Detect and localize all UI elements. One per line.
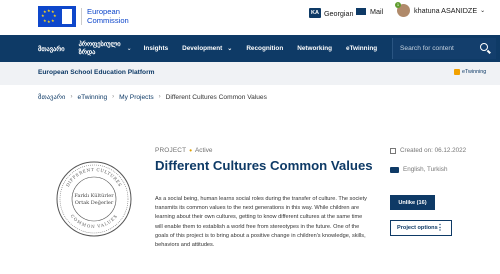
platform-bar: European School Education Platform eTwin…	[0, 62, 500, 85]
nav-home[interactable]: მთავარი	[38, 45, 65, 53]
top-bar: ★ ★ ★ ★ ★ ★ ★ ★ European Commission KA G…	[0, 0, 500, 33]
european-commission-logo[interactable]: ★ ★ ★ ★ ★ ★ ★ ★ European Commission	[38, 6, 129, 27]
language-flag-icon	[390, 166, 399, 173]
breadcrumb-home[interactable]: მთავარი	[38, 93, 65, 101]
nav-insights[interactable]: Insights	[144, 45, 169, 52]
project-meta: PROJECT • Active	[155, 145, 213, 155]
mail-label: Mail	[370, 7, 384, 16]
project-logo-seal: DIFFERENT CULTURES COMMON VALUES Farklı …	[56, 161, 132, 237]
created-date: Created on: 06.12.2022	[390, 147, 466, 154]
nav-growth-line-1: პროფესიული	[78, 40, 121, 48]
more-vertical-icon: ⋮	[436, 223, 444, 232]
envelope-icon	[356, 8, 366, 15]
breadcrumb: მთავარი › eTwinning › My Projects › Diff…	[38, 93, 267, 102]
nav-development[interactable]: Development ⌄	[182, 45, 232, 52]
nav-growth-line-2: ზრდა	[78, 48, 96, 56]
search-input[interactable]: Search for content	[392, 38, 496, 59]
breadcrumb-etwinning[interactable]: eTwinning	[77, 94, 107, 101]
eu-flag-icon: ★ ★ ★ ★ ★ ★ ★ ★	[38, 6, 76, 27]
unlike-button[interactable]: Unlike (16)	[390, 195, 435, 210]
nav-etwinning[interactable]: eTwinning	[346, 45, 377, 52]
chevron-right-icon: ›	[70, 94, 73, 100]
breadcrumb-current: Different Cultures Common Values	[165, 93, 267, 101]
etwinning-logo[interactable]: eTwinning	[454, 69, 486, 75]
notification-badge: 1	[395, 2, 401, 8]
created-date-text: Created on: 06.12.2022	[400, 147, 467, 154]
user-menu[interactable]: 1 khatuna ASANIDZE ⌄	[395, 2, 486, 17]
project-description: As a social being, human learns social r…	[155, 196, 367, 249]
calendar-icon	[390, 147, 396, 154]
project-label: PROJECT	[155, 147, 187, 154]
seal-line-2: Ortak Değerler	[75, 199, 114, 206]
main-navigation: მთავარი პროფესიული ზრდა ⌄ Insights Devel…	[0, 35, 500, 62]
status-badge: Active	[195, 147, 213, 154]
project-options-button[interactable]: Project options ⋮	[390, 220, 452, 236]
nav-recognition[interactable]: Recognition	[246, 45, 283, 52]
chevron-down-icon[interactable]: ⌄	[127, 45, 132, 52]
platform-title[interactable]: European School Education Platform	[38, 69, 155, 76]
nav-development-label: Development	[182, 45, 223, 52]
project-options-label: Project options	[397, 225, 438, 231]
status-dot-icon: •	[189, 145, 193, 155]
chevron-down-icon: ⌄	[227, 46, 233, 52]
chevron-down-icon: ⌄	[480, 8, 486, 14]
language-label: Georgian	[323, 8, 354, 18]
language-code-badge: KA	[309, 8, 321, 18]
breadcrumb-my-projects[interactable]: My Projects	[119, 94, 153, 101]
mail-link[interactable]: Mail	[356, 7, 383, 16]
page-title: Different Cultures Common Values	[155, 158, 373, 173]
project-languages-text: English, Turkish	[403, 166, 448, 173]
logo-line-2: Commission	[87, 15, 129, 25]
etwinning-logo-text: eTwinning	[462, 69, 487, 75]
nav-professional-growth[interactable]: პროფესიული ზრდა	[79, 41, 121, 57]
chevron-right-icon: ›	[158, 94, 161, 100]
user-name: khatuna ASANIDZE	[414, 6, 478, 15]
language-selector[interactable]: KA Georgian	[309, 8, 354, 18]
project-languages: English, Turkish	[390, 166, 447, 173]
avatar: 1	[395, 2, 410, 17]
search-placeholder: Search for content	[400, 45, 454, 52]
etwinning-logo-icon	[454, 69, 460, 75]
seal-line-1: Farklı Kültürler	[74, 193, 114, 199]
search-icon[interactable]	[480, 43, 488, 51]
nav-networking[interactable]: Networking	[297, 45, 332, 52]
chevron-right-icon: ›	[112, 94, 115, 100]
